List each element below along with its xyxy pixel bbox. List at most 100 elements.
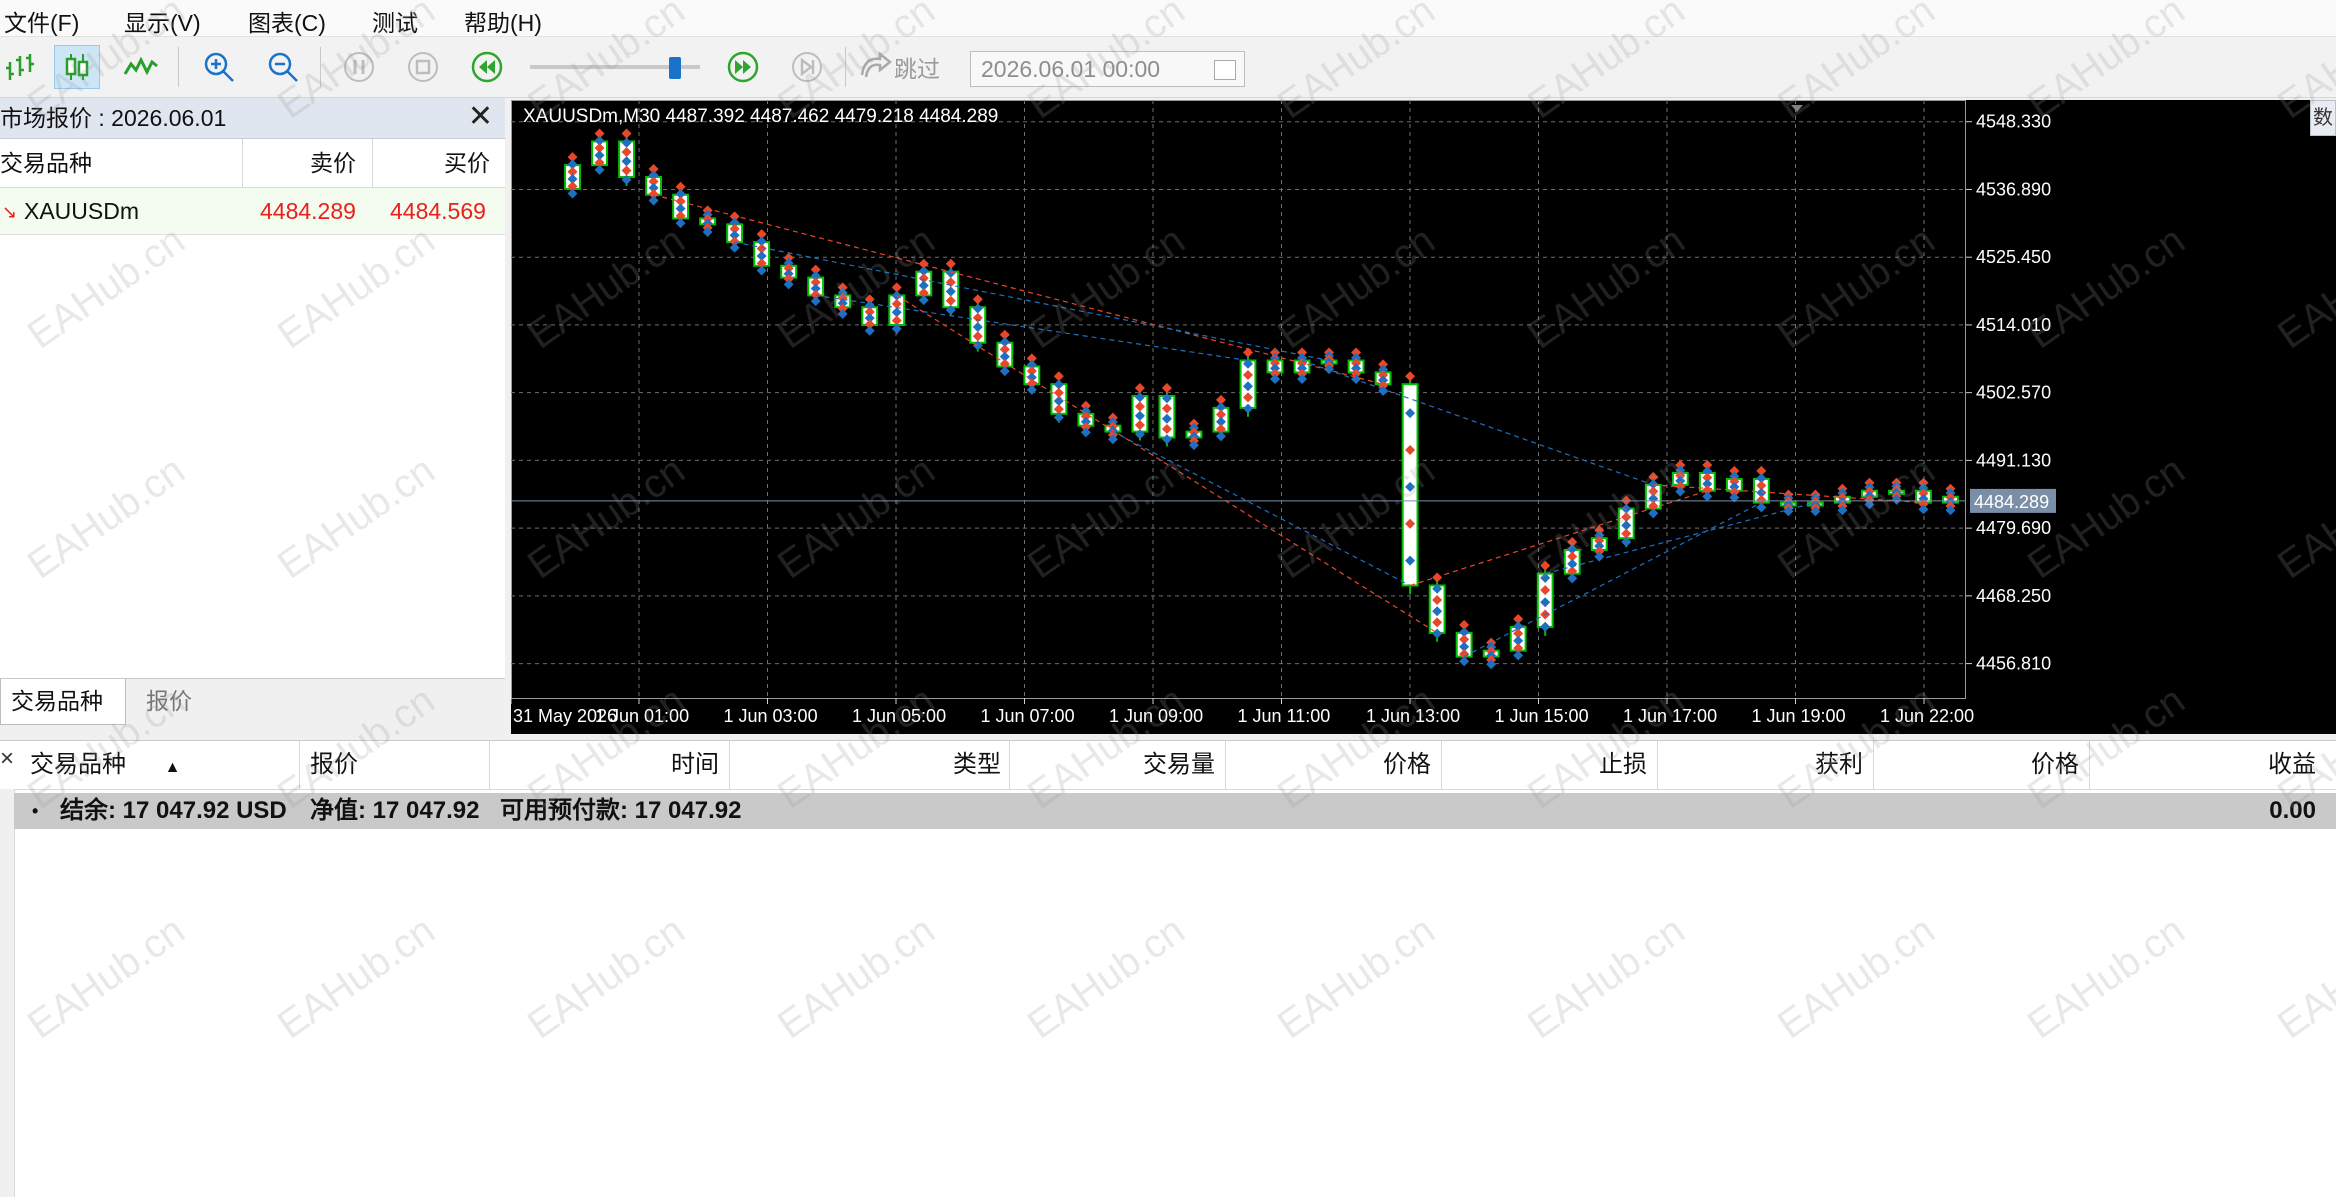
- step-forward-icon[interactable]: [784, 45, 830, 89]
- zoom-out-icon[interactable]: [260, 45, 306, 89]
- menu-view[interactable]: 显示(V): [124, 4, 201, 38]
- time-tick-label: 1 Jun 11:00: [1238, 706, 1331, 726]
- buy-marker: [648, 195, 659, 206]
- speed-slider-thumb[interactable]: [669, 57, 682, 79]
- stop-icon[interactable]: [400, 45, 446, 89]
- buy-marker: [810, 296, 821, 307]
- fast-forward-icon[interactable]: [720, 45, 766, 89]
- market-watch-row[interactable]: ↘ XAUUSDm 4484.289 4484.569: [0, 188, 505, 235]
- candlestick-chart-icon[interactable]: [54, 45, 100, 89]
- balance-label: 结余: 17 047.92 USD: [60, 797, 287, 824]
- sell-marker: [1540, 560, 1551, 571]
- buy-marker: [1080, 427, 1091, 438]
- menu-file[interactable]: 文件(F): [4, 4, 79, 38]
- column-price[interactable]: 价格: [1226, 741, 1442, 789]
- price-tick-label: 4456.810: [1976, 654, 2051, 674]
- buy-marker: [1918, 504, 1929, 515]
- column-profit[interactable]: 收益: [2090, 741, 2336, 789]
- column-ask[interactable]: 买价: [444, 139, 490, 187]
- column-ticket[interactable]: 报价: [300, 741, 490, 789]
- chart-shift-icon[interactable]: [1791, 105, 1803, 112]
- column-current-price[interactable]: 价格: [1874, 741, 2090, 789]
- calendar-icon[interactable]: [1214, 60, 1236, 80]
- chart-info-line: XAUUSDm,M30 4487.392 4487.462 4479.218 4…: [523, 106, 999, 127]
- buy-marker: [729, 242, 740, 253]
- skip-icon: [860, 51, 893, 78]
- rewind-icon[interactable]: [464, 45, 510, 89]
- buy-marker: [918, 295, 929, 306]
- trade-connector-line: [1409, 490, 1708, 587]
- sell-marker: [945, 258, 956, 269]
- price-chart[interactable]: 4548.330 4536.890 4525.450 4514.010 4502.570…: [511, 100, 2336, 734]
- plot-frame: [511, 100, 1966, 699]
- data-window-tab[interactable]: 数: [2310, 100, 2336, 136]
- skip-button[interactable]: 跳过: [858, 49, 940, 85]
- time-tick-label: 1 Jun 13:00: [1366, 706, 1460, 726]
- column-symbol[interactable]: 交易品种: [0, 139, 92, 187]
- menu-bar: 文件(F) 显示(V) 图表(C) 测试 帮助(H): [0, 0, 2336, 37]
- equity-label: 净值: 17 047.92: [310, 797, 480, 824]
- column-type[interactable]: 类型: [730, 741, 1010, 789]
- buy-marker: [1702, 491, 1713, 502]
- buy-marker: [567, 188, 578, 199]
- line-chart-icon[interactable]: [118, 45, 164, 89]
- buy-marker: [783, 279, 794, 290]
- row-bid: 4484.289: [260, 198, 356, 224]
- sort-ascending-icon: ▲: [164, 759, 181, 776]
- buy-marker: [1215, 431, 1226, 442]
- time-tick-label: 1 Jun 05:00: [852, 706, 946, 726]
- buy-marker: [1756, 502, 1767, 513]
- column-take-profit[interactable]: 获利: [1658, 741, 1874, 789]
- bullet-icon: •: [32, 801, 39, 821]
- close-icon[interactable]: ×: [0, 745, 14, 773]
- buy-marker: [1297, 374, 1308, 385]
- column-stop-loss[interactable]: 止损: [1442, 741, 1658, 789]
- profit-total: 0.00: [2269, 797, 2316, 824]
- time-tick-label: 1 Jun 17:00: [1623, 706, 1717, 726]
- column-bid[interactable]: 卖价: [310, 139, 356, 187]
- buy-marker: [1648, 508, 1659, 519]
- column-symbol[interactable]: 交易品种 ▲: [14, 741, 300, 789]
- price-tick-label: 4479.690: [1976, 518, 2051, 538]
- time-tick-label: 1 Jun 15:00: [1495, 706, 1589, 726]
- buy-marker: [1459, 656, 1470, 667]
- terminal-side-strip: [0, 789, 15, 1197]
- speed-slider[interactable]: [530, 57, 700, 79]
- buy-marker: [1675, 486, 1686, 497]
- row-symbol: XAUUSDm: [24, 198, 140, 224]
- buy-marker: [864, 325, 875, 336]
- time-tick-label: 1 Jun 07:00: [981, 706, 1075, 726]
- column-time[interactable]: 时间: [490, 741, 730, 789]
- tab-quotes[interactable]: 报价: [136, 679, 226, 725]
- time-tick-label: 1 Jun 22:00: [1880, 706, 1974, 726]
- close-icon[interactable]: ✕: [468, 98, 493, 136]
- buy-marker: [1513, 650, 1524, 661]
- price-tick-label: 4468.250: [1976, 586, 2051, 606]
- price-down-arrow-icon: ↘: [2, 202, 18, 222]
- column-volume[interactable]: 交易量: [1010, 741, 1226, 789]
- menu-help[interactable]: 帮助(H): [464, 4, 542, 38]
- bar-chart-icon[interactable]: [0, 45, 46, 89]
- chart-canvas[interactable]: 4548.330 4536.890 4525.450 4514.010 4502.570…: [511, 100, 2336, 734]
- price-tick-label: 4548.330: [1976, 112, 2051, 132]
- current-price-label: 4484.289: [1974, 492, 2049, 512]
- trade-connector-line: [1301, 359, 1654, 486]
- time-tick-label: 1 Jun 09:00: [1109, 706, 1203, 726]
- zoom-in-icon[interactable]: [196, 45, 242, 89]
- menu-test[interactable]: 测试: [372, 4, 418, 38]
- toolbar: 跳过 2026.06.01 00:00: [0, 37, 2336, 98]
- trade-connector-line: [653, 194, 1384, 385]
- date-time-picker[interactable]: 2026.06.01 00:00: [970, 51, 1245, 87]
- free-margin-label: 可用预付款: 17 047.92: [500, 797, 742, 824]
- terminal-panel: × 交易品种 ▲ 报价 时间 类型 交易量 价格 止损 获利 价格 收益 • 结…: [0, 740, 2336, 1197]
- trade-connector-line: [1463, 502, 1762, 658]
- market-watch-header: 交易品种 卖价 买价: [0, 139, 505, 188]
- terminal-header: 交易品种 ▲ 报价 时间 类型 交易量 价格 止损 获利 价格 收益: [14, 741, 2336, 790]
- pause-icon[interactable]: [336, 45, 382, 89]
- menu-chart[interactable]: 图表(C): [248, 4, 326, 38]
- sell-marker: [972, 294, 983, 305]
- buy-marker: [675, 218, 686, 229]
- tab-symbols[interactable]: 交易品种: [0, 679, 126, 725]
- trade-connector-line: [815, 294, 1249, 362]
- buy-marker: [1270, 374, 1281, 385]
